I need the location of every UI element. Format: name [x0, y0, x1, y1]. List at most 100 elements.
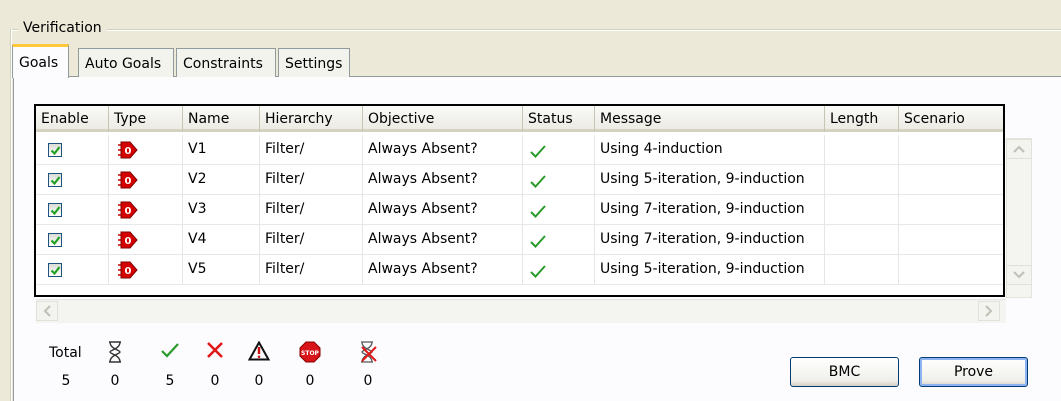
column-header-status[interactable]: Status: [523, 106, 595, 132]
pending-count: 0: [110, 373, 120, 389]
table-row[interactable]: 0 V1 Filter/Always Absent? Using 4-inductio…: [36, 135, 1003, 165]
column-header-objective[interactable]: Objective: [363, 106, 523, 132]
scroll-left-button[interactable]: [36, 301, 58, 321]
vertical-scrollbar[interactable]: [1006, 138, 1032, 298]
svg-text:0: 0: [125, 266, 132, 277]
tab-constraints[interactable]: Constraints: [176, 48, 276, 77]
checkmark-icon: [50, 146, 61, 156]
enable-checkbox[interactable]: [48, 173, 62, 187]
enable-checkbox[interactable]: [48, 263, 62, 277]
type-cell: 0: [109, 135, 183, 165]
prove-button[interactable]: Prove: [919, 357, 1028, 387]
enable-cell: [36, 165, 109, 195]
passed-count: 5: [165, 373, 175, 389]
svg-text:0: 0: [125, 146, 132, 157]
checkmark-icon: [50, 266, 61, 276]
column-header-scenario[interactable]: Scenario: [899, 106, 1003, 132]
status-cell: [523, 255, 595, 285]
group-box-left-edge: [10, 29, 12, 401]
enable-checkbox[interactable]: [48, 203, 62, 217]
goal-icon: 0: [117, 141, 139, 163]
length-cell: [825, 165, 899, 195]
message-cell: Using 7-iteration, 9-induction: [595, 195, 825, 225]
message-cell: Using 5-iteration, 9-induction: [595, 165, 825, 195]
name-cell: V3: [183, 195, 260, 225]
column-header-name[interactable]: Name: [183, 106, 260, 132]
check-icon: [157, 341, 183, 365]
hierarchy-cell: Filter/: [260, 255, 363, 285]
name-cell: V1: [183, 135, 260, 165]
column-header-hierarchy[interactable]: Hierarchy: [260, 106, 363, 132]
goals-table: Enable Type Name Hierarchy Objective Sta…: [34, 104, 1005, 297]
enable-cell: [36, 255, 109, 285]
warning-icon: [246, 341, 272, 365]
group-box-top-edge: [10, 29, 1061, 31]
table-row[interactable]: 0 V5 Filter/Always Absent? Using 5-iteratio…: [36, 255, 1003, 285]
stop-icon: STOP: [297, 341, 323, 365]
chevron-down-icon: [1013, 271, 1025, 279]
group-title: Verification: [18, 20, 107, 36]
enable-checkbox[interactable]: [48, 233, 62, 247]
length-cell: [825, 135, 899, 165]
tab-goals[interactable]: Goals: [12, 44, 69, 78]
hierarchy-cell: Filter/: [260, 135, 363, 165]
enable-cell: [36, 135, 109, 165]
horizontal-scrollbar[interactable]: [36, 299, 1006, 323]
goal-icon: 0: [117, 171, 139, 193]
goal-icon: 0: [117, 201, 139, 223]
table-row[interactable]: 0 V4 Filter/Always Absent? Using 7-iteratio…: [36, 225, 1003, 255]
chevron-left-icon: [43, 305, 51, 317]
svg-text:STOP: STOP: [301, 350, 320, 357]
name-cell: V5: [183, 255, 260, 285]
enable-cell: [36, 225, 109, 255]
enable-cell: [36, 195, 109, 225]
checkmark-icon: [50, 176, 61, 186]
length-cell: [825, 255, 899, 285]
hierarchy-cell: Filter/: [260, 195, 363, 225]
column-header-message[interactable]: Message: [595, 106, 825, 132]
type-cell: 0: [109, 255, 183, 285]
enable-checkbox[interactable]: [48, 143, 62, 157]
warning-count: 0: [254, 373, 264, 389]
check-icon: [529, 143, 547, 163]
total-label: Total: [49, 345, 82, 361]
tab-settings[interactable]: Settings: [278, 48, 350, 77]
checkmark-icon: [50, 206, 61, 216]
objective-cell: Always Absent?: [363, 135, 523, 165]
column-header-type[interactable]: Type: [109, 106, 183, 132]
objective-cell: Always Absent?: [363, 165, 523, 195]
scroll-down-button[interactable]: [1006, 265, 1032, 285]
type-cell: 0: [109, 165, 183, 195]
tab-auto-goals[interactable]: Auto Goals: [78, 48, 174, 77]
bmc-button[interactable]: BMC: [790, 357, 899, 387]
check-icon: [529, 233, 547, 253]
type-cell: 0: [109, 225, 183, 255]
chevron-up-icon: [1013, 145, 1025, 153]
scroll-right-button[interactable]: [978, 301, 1000, 321]
check-icon: [529, 263, 547, 283]
cancelled-count: 0: [363, 373, 373, 389]
svg-text:0: 0: [125, 176, 132, 187]
status-cell: [523, 135, 595, 165]
table-row[interactable]: 0 V3 Filter/Always Absent? Using 7-iteratio…: [36, 195, 1003, 225]
hierarchy-cell: Filter/: [260, 225, 363, 255]
scenario-cell: [899, 135, 1003, 165]
stopped-count: 0: [305, 373, 315, 389]
svg-text:0: 0: [125, 206, 132, 217]
table-row[interactable]: 0 V2 Filter/Always Absent? Using 5-iteratio…: [36, 165, 1003, 195]
table-header: Enable Type Name Hierarchy Objective Sta…: [36, 106, 1003, 132]
name-cell: V2: [183, 165, 260, 195]
status-cell: [523, 165, 595, 195]
column-header-length[interactable]: Length: [825, 106, 899, 132]
column-header-enable[interactable]: Enable: [36, 106, 109, 132]
check-icon: [529, 173, 547, 193]
check-icon: [529, 203, 547, 223]
name-cell: V4: [183, 225, 260, 255]
goal-icon: 0: [117, 261, 139, 283]
status-cell: [523, 225, 595, 255]
objective-cell: Always Absent?: [363, 195, 523, 225]
objective-cell: Always Absent?: [363, 225, 523, 255]
message-cell: Using 5-iteration, 9-induction: [595, 255, 825, 285]
scroll-up-button[interactable]: [1006, 139, 1032, 159]
scenario-cell: [899, 165, 1003, 195]
